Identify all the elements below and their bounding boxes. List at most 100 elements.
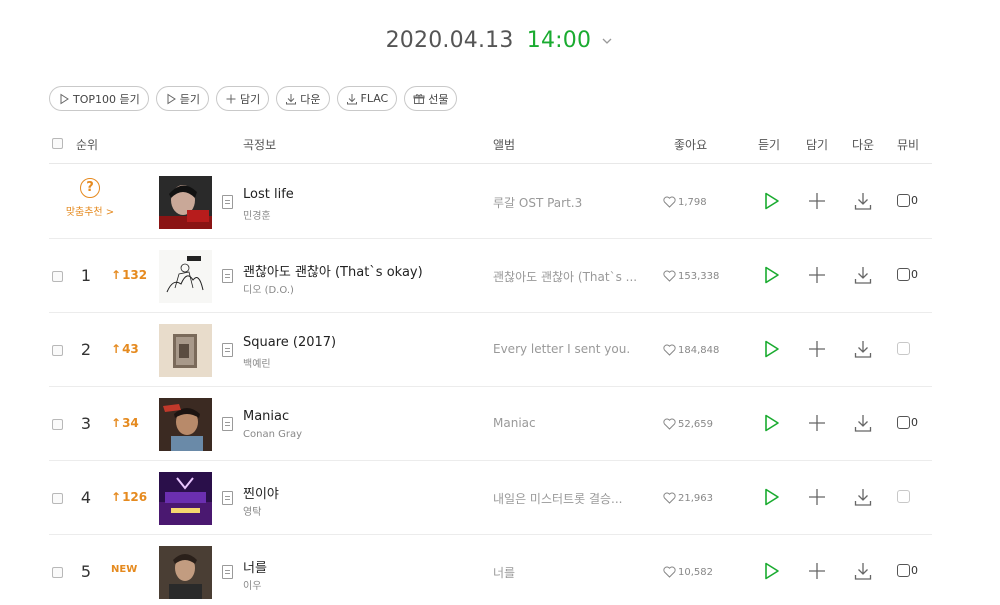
rank-change-value: 43 (122, 342, 139, 356)
album-cover[interactable] (159, 176, 212, 229)
plus-icon[interactable] (808, 266, 826, 284)
song-album[interactable]: Maniac (493, 416, 648, 430)
chart-datetime[interactable]: 2020.04.13 14:00 (0, 28, 1000, 53)
like-count: 184,848 (678, 344, 720, 356)
like-button[interactable]: 153,338 (663, 270, 719, 282)
song-album[interactable]: 루갈 OST Part.3 (493, 194, 648, 211)
song-artist[interactable]: 민경훈 (243, 207, 271, 222)
download-icon[interactable] (854, 488, 872, 506)
download-icon[interactable] (854, 266, 872, 284)
mv-icon (897, 490, 910, 503)
play-icon[interactable] (764, 414, 780, 432)
col-add: 담기 (806, 138, 829, 152)
plus-icon[interactable] (808, 340, 826, 358)
chevron-down-icon[interactable] (600, 34, 614, 48)
row-checkbox[interactable] (52, 271, 63, 282)
download-button[interactable]: 다운 (276, 86, 330, 111)
song-artist[interactable]: 디오 (D.O.) (243, 281, 294, 296)
song-info-icon[interactable] (222, 565, 233, 579)
song-title[interactable]: 찐이야 (243, 483, 279, 502)
button-label: TOP100 듣기 (73, 92, 140, 106)
album-cover[interactable] (159, 472, 212, 525)
song-artist[interactable]: 이우 (243, 577, 261, 592)
song-album[interactable]: Every letter I sent you. (493, 342, 648, 356)
song-album[interactable]: 너를 (493, 564, 648, 581)
heart-icon (663, 418, 676, 430)
mv-button[interactable]: 0 (897, 268, 918, 281)
song-artist[interactable]: 영탁 (243, 503, 261, 518)
play-outline-icon (60, 93, 69, 104)
col-rank: 순위 (76, 138, 99, 152)
heart-icon (663, 492, 676, 504)
button-label: 선물 (428, 92, 449, 106)
song-title[interactable]: 괜찮아도 괜찮아 (That`s okay) (243, 261, 423, 280)
mv-button[interactable]: 0 (897, 564, 918, 577)
heart-icon (663, 196, 676, 208)
row-checkbox[interactable] (52, 567, 63, 578)
rank-number: 2 (80, 340, 92, 359)
add-selected-button[interactable]: 담기 (216, 86, 270, 111)
play-icon[interactable] (764, 192, 780, 210)
song-info-icon[interactable] (222, 195, 233, 209)
song-info-icon[interactable] (222, 491, 233, 505)
like-button[interactable]: 21,963 (663, 492, 713, 504)
recommend-badge[interactable]: ? 맞춤추천 > (65, 178, 115, 218)
like-button[interactable]: 184,848 (663, 344, 719, 356)
button-label: 듣기 (179, 92, 200, 106)
arrow-up-icon: ↑ (111, 268, 122, 282)
play-icon[interactable] (764, 266, 780, 284)
rank-number: 5 (80, 562, 92, 581)
download-icon[interactable] (854, 192, 872, 210)
row-checkbox[interactable] (52, 345, 63, 356)
song-info-icon[interactable] (222, 343, 233, 357)
row-checkbox[interactable] (52, 419, 63, 430)
like-button[interactable]: 52,659 (663, 418, 713, 430)
song-album[interactable]: 괜찮아도 괜찮아 (That`s ... (493, 268, 648, 285)
album-cover[interactable] (159, 546, 212, 599)
gift-button[interactable]: 선물 (404, 86, 458, 111)
song-title[interactable]: Square (2017) (243, 335, 336, 350)
chart-time: 14:00 (526, 28, 592, 53)
like-button[interactable]: 1,798 (663, 196, 707, 208)
song-title[interactable]: Maniac (243, 409, 289, 424)
play-icon[interactable] (764, 562, 780, 580)
song-album[interactable]: 내일은 미스터트롯 결승... (493, 490, 648, 507)
top100-play-button[interactable]: TOP100 듣기 (49, 86, 149, 111)
mv-icon (897, 564, 910, 577)
rank-number: 4 (80, 488, 92, 507)
mv-icon (897, 416, 910, 429)
rank-number: 1 (80, 266, 92, 285)
song-artist[interactable]: Conan Gray (243, 429, 302, 440)
download-icon[interactable] (854, 562, 872, 580)
like-count: 10,582 (678, 566, 713, 578)
plus-icon[interactable] (808, 414, 826, 432)
mv-button[interactable]: 0 (897, 416, 918, 429)
plus-icon[interactable] (808, 488, 826, 506)
plus-icon[interactable] (808, 192, 826, 210)
song-artist[interactable]: 백예린 (243, 355, 271, 370)
song-title[interactable]: 너를 (243, 557, 267, 576)
play-icon[interactable] (764, 488, 780, 506)
song-info-icon[interactable] (222, 417, 233, 431)
table-row: 1 ↑132 괜찮아도 괜찮아 (That`s okay) 디오 (D.O.) … (49, 239, 932, 313)
table-row: 4 ↑126 찐이야 영탁 내일은 미스터트롯 결승... 21,963 (49, 461, 932, 535)
album-cover[interactable] (159, 250, 212, 303)
select-all-checkbox[interactable] (52, 138, 63, 149)
flac-download-button[interactable]: FLAC (336, 86, 398, 111)
like-button[interactable]: 10,582 (663, 566, 713, 578)
download-icon[interactable] (854, 340, 872, 358)
mv-button[interactable]: 0 (897, 194, 918, 207)
download-icon[interactable] (854, 414, 872, 432)
play-icon[interactable] (764, 340, 780, 358)
row-checkbox[interactable] (52, 493, 63, 504)
play-selected-button[interactable]: 듣기 (155, 86, 209, 111)
album-cover[interactable] (159, 398, 212, 451)
album-cover[interactable] (159, 324, 212, 377)
gift-icon (413, 93, 425, 104)
col-download: 다운 (852, 138, 875, 152)
rank-change: ↑126 (111, 490, 147, 504)
song-info-icon[interactable] (222, 269, 233, 283)
song-title[interactable]: Lost life (243, 187, 294, 202)
plus-icon[interactable] (808, 562, 826, 580)
download-icon (286, 93, 297, 104)
